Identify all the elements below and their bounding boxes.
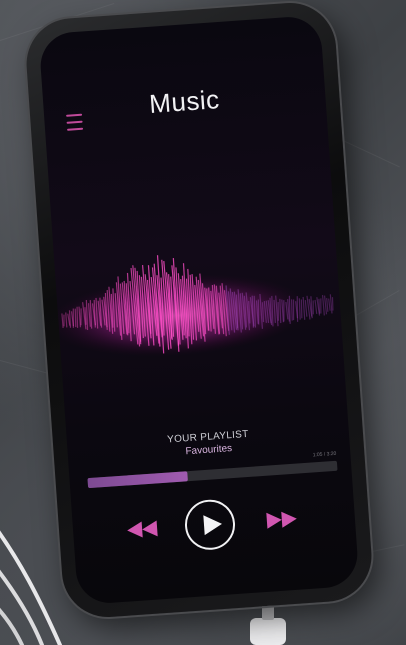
fast-forward-button[interactable] xyxy=(264,510,299,530)
phone-screen: Music YOUR PLAYLIST Favourites 1:05 / 3:… xyxy=(38,14,360,606)
fast-forward-icon xyxy=(266,511,297,529)
rewind-button[interactable] xyxy=(125,519,160,539)
wave-bar xyxy=(320,298,322,314)
progress-fill xyxy=(87,471,188,489)
playback-controls xyxy=(71,488,356,568)
wave-bar xyxy=(331,297,334,311)
wave-bar xyxy=(321,294,325,316)
phone: Music YOUR PLAYLIST Favourites 1:05 / 3:… xyxy=(23,0,375,621)
play-button[interactable] xyxy=(183,498,237,552)
wave-bar xyxy=(328,298,331,311)
wave-bar xyxy=(312,300,314,315)
wave-bar xyxy=(326,298,329,312)
wave-bar xyxy=(63,314,65,327)
play-icon xyxy=(203,515,222,536)
app-title: Music xyxy=(148,84,221,119)
progress-bar[interactable] xyxy=(87,460,338,489)
playlist-info: YOUR PLAYLIST Favourites xyxy=(67,422,350,466)
wave-bar xyxy=(314,299,318,315)
rewind-icon xyxy=(127,520,158,538)
playback-time: 1:05 / 3:20 xyxy=(312,450,337,459)
sound-wave-visualizer xyxy=(53,255,334,357)
